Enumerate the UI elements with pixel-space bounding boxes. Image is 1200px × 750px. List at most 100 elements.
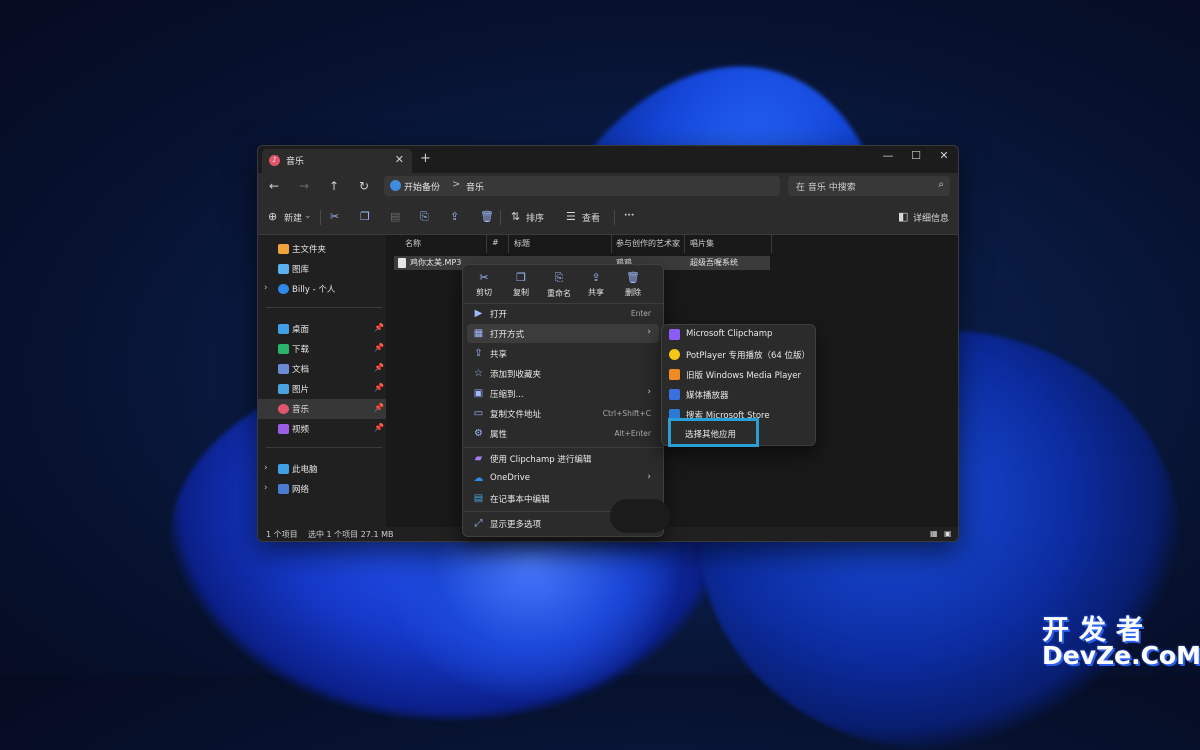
open-icon: ▶ [474, 308, 483, 319]
maximize-button[interactable]: ☐ [906, 149, 926, 162]
videos-icon [278, 424, 289, 434]
menu-item-properties[interactable]: ⚙ 属性 Alt+Enter [467, 424, 659, 443]
menu-item-clipchamp-edit[interactable]: ▰ 使用 Clipchamp 进行编辑 [467, 449, 659, 468]
submenu-item-clipchamp[interactable]: Microsoft Clipchamp [666, 325, 811, 345]
notepad-icon: ▤ [473, 493, 484, 504]
sidebar-divider [266, 447, 382, 448]
properties-icon: ⚙ [474, 428, 483, 439]
submenu-item-media-player[interactable]: 媒体播放器 [666, 385, 811, 405]
submenu-item-wmp[interactable]: 旧版 Windows Media Player [666, 365, 811, 385]
chevron-right-icon[interactable]: › [264, 463, 268, 473]
view-button[interactable]: 查看 [582, 211, 600, 224]
menu-item-label: 使用 Clipchamp 进行编辑 [490, 455, 592, 465]
paste-icon[interactable]: ▤ [390, 210, 400, 223]
desktop-icon [278, 324, 289, 334]
share-icon: ⇪ [474, 348, 483, 359]
breadcrumb-separator[interactable]: > [452, 179, 460, 190]
menu-item-show-more[interactable]: ⤢ 显示更多选项 [467, 514, 659, 533]
context-menu: ✂ 剪切 ❐ 复制 ⎘ 重命名 ⇪ 共享 🗑 删除 ▶ 打开 Enter ▦ 打… [462, 264, 670, 537]
context-cut-button[interactable]: ✂ 剪切 [466, 271, 502, 301]
sidebar-item-label: 网络 [292, 485, 310, 495]
close-button[interactable]: ✕ [934, 149, 954, 162]
menu-divider [463, 447, 663, 448]
sidebar-item-home[interactable]: 主文件夹 [258, 239, 386, 259]
star-icon: ☆ [474, 368, 483, 379]
potplayer-icon [669, 349, 680, 360]
column-header-artist[interactable]: 参与创作的艺术家 [616, 238, 680, 249]
menu-item-onedrive[interactable]: ☁ OneDrive › [467, 469, 659, 488]
new-tab-button[interactable]: + [420, 151, 431, 166]
choose-other-app-button[interactable]: 选择其他应用 [668, 418, 759, 447]
menu-item-label: 打开方式 [490, 330, 525, 340]
refresh-button[interactable]: ↻ [356, 179, 372, 193]
pin-icon: 📌 [374, 323, 384, 332]
menu-item-add-favorites[interactable]: ☆ 添加到收藏夹 [467, 364, 659, 383]
pictures-icon [278, 384, 289, 394]
selection-info: 选中 1 个项目 27.1 MB [308, 530, 394, 539]
context-delete-button[interactable]: 🗑 删除 [615, 271, 651, 301]
sort-button[interactable]: 排序 [526, 211, 544, 224]
context-action-label: 剪切 [476, 288, 492, 297]
more-options-button[interactable]: ··· [624, 211, 634, 221]
clipchamp-icon: ▰ [474, 453, 483, 464]
tab-music[interactable]: ♪ 音乐 ✕ [262, 149, 412, 173]
column-header-title[interactable]: 标题 [514, 238, 530, 249]
sidebar-item-gallery[interactable]: 图库 [258, 259, 386, 279]
delete-icon[interactable]: 🗑 [480, 210, 494, 223]
submenu-item-label: 媒体播放器 [686, 391, 729, 401]
column-header-track[interactable]: # [492, 238, 499, 247]
pin-icon: 📌 [374, 363, 384, 372]
sidebar-item-music[interactable]: 音乐 📌 [258, 399, 386, 419]
column-divider [611, 235, 612, 253]
column-header-name[interactable]: 名称 [405, 238, 421, 249]
menu-item-copy-path[interactable]: ▭ 复制文件地址 Ctrl+Shift+C [467, 404, 659, 423]
sidebar-item-onedrive[interactable]: › Billy - 个人 [258, 279, 386, 299]
media-player-icon [669, 389, 680, 400]
tiles-view-icon[interactable]: ▣ [944, 529, 952, 538]
search-box[interactable]: 在 音乐 中搜索 ⌕ [788, 176, 950, 196]
new-button[interactable]: 新建 [284, 211, 302, 224]
breadcrumb-backup[interactable]: 开始备份 [404, 180, 440, 193]
sidebar-item-desktop[interactable]: 桌面 📌 [258, 319, 386, 339]
sidebar-item-network[interactable]: › 网络 [258, 479, 386, 499]
onedrive-icon [278, 284, 289, 294]
copy-icon[interactable]: ❐ [360, 210, 370, 223]
menu-item-open[interactable]: ▶ 打开 Enter [467, 304, 659, 323]
column-divider [508, 235, 509, 253]
context-action-label: 重命名 [547, 289, 571, 298]
copy-path-icon: ▭ [473, 408, 484, 419]
up-button[interactable]: ↑ [326, 179, 342, 193]
sidebar-item-videos[interactable]: 视频 📌 [258, 419, 386, 439]
navigation-pane: 主文件夹 图库 › Billy - 个人 桌面 📌 下载 📌 文档 📌 图片 📌… [258, 235, 386, 527]
minimize-button[interactable]: — [878, 149, 898, 162]
sidebar-item-label: 图片 [292, 385, 310, 395]
cut-icon[interactable]: ✂ [330, 210, 339, 223]
breadcrumb-music[interactable]: 音乐 [466, 180, 484, 193]
rename-icon[interactable]: ⎘ [420, 210, 429, 224]
chevron-right-icon[interactable]: › [264, 283, 268, 293]
context-share-button[interactable]: ⇪ 共享 [578, 271, 614, 301]
menu-item-open-with[interactable]: ▦ 打开方式 › [467, 324, 659, 343]
sidebar-item-pictures[interactable]: 图片 📌 [258, 379, 386, 399]
sidebar-item-this-pc[interactable]: › 此电脑 [258, 459, 386, 479]
pin-icon: 📌 [374, 423, 384, 432]
submenu-item-potplayer[interactable]: PotPlayer 专用播放（64 位版） [666, 345, 811, 365]
sidebar-item-downloads[interactable]: 下载 📌 [258, 339, 386, 359]
context-action-label: 共享 [588, 288, 604, 297]
back-button[interactable]: ← [266, 179, 282, 193]
address-box[interactable]: 开始备份 > 音乐 [384, 176, 780, 196]
chevron-right-icon[interactable]: › [264, 483, 268, 493]
details-view-icon[interactable]: ▦ [930, 529, 938, 538]
context-copy-button[interactable]: ❐ 复制 [503, 271, 539, 301]
tab-close-icon[interactable]: ✕ [395, 153, 404, 166]
details-pane-icon: ◧ [898, 210, 909, 223]
menu-item-compress[interactable]: ▣ 压缩到... › [467, 384, 659, 403]
context-rename-button[interactable]: ⎘ 重命名 [541, 271, 577, 301]
sidebar-item-documents[interactable]: 文档 📌 [258, 359, 386, 379]
menu-item-share[interactable]: ⇪ 共享 [467, 344, 659, 363]
search-input[interactable]: 在 音乐 中搜索 [796, 180, 856, 193]
share-icon[interactable]: ⇪ [450, 210, 459, 223]
forward-button[interactable]: → [296, 179, 312, 193]
details-button[interactable]: 详细信息 [913, 211, 949, 224]
column-header-album[interactable]: 唱片集 [690, 238, 714, 249]
